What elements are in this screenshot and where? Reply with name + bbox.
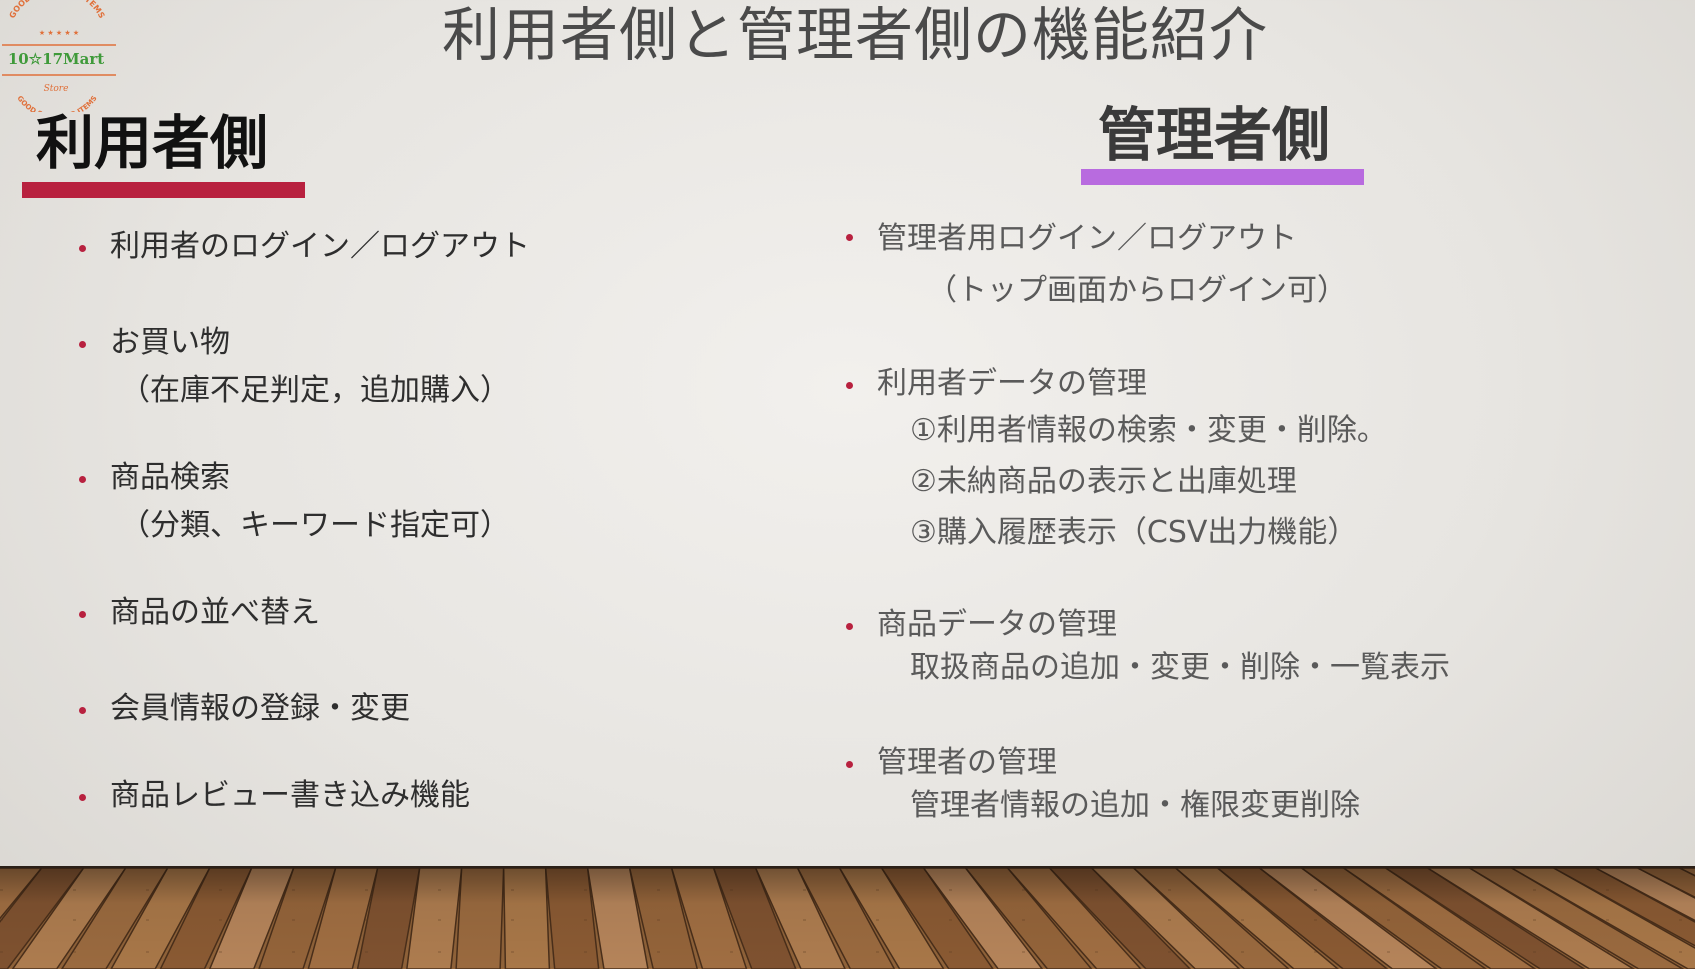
admin-item-user-data: 利用者データの管理 ①利用者情報の検索・変更・削除。 ②未納商品の表示と出庫処理… — [877, 362, 1387, 558]
admin-item-product-data: 商品データの管理 取扱商品の追加・変更・削除・一覧表示 — [877, 603, 1450, 689]
user-item-search: 商品検索 （分類、キーワード指定可） — [110, 454, 510, 550]
bullet-icon — [79, 245, 86, 252]
admin-item-admin-mgmt: 管理者の管理 管理者情報の追加・権限変更削除 — [877, 741, 1360, 827]
user-item-member: 会員情報の登録・変更 — [110, 685, 410, 733]
bullet-icon — [79, 611, 86, 618]
wooden-floor — [0, 868, 1695, 969]
slide-title: 利用者側と管理者側の機能紹介 — [441, 1, 1268, 69]
item-line: 管理者用ログイン／ログアウト — [877, 221, 1297, 256]
item-line: 会員情報の登録・変更 — [110, 691, 410, 726]
item-line: 管理者の管理 — [877, 745, 1057, 780]
user-side-underline — [22, 182, 305, 198]
item-line: 利用者のログイン／ログアウト — [110, 229, 530, 264]
item-line: お買い物 — [110, 325, 230, 360]
slide: GOOD SHOP AND ITEMS ★ ★ ★ ★ ★ 10☆17Mart … — [0, 0, 1695, 969]
bullet-icon — [79, 476, 86, 483]
item-sub-line: ③購入履歴表示（CSV出力機能） — [910, 515, 1358, 550]
user-side-heading: 利用者側 — [36, 109, 269, 177]
bullet-icon — [846, 382, 853, 389]
user-item-review: 商品レビュー書き込み機能 — [110, 772, 470, 820]
item-line: 利用者データの管理 — [877, 366, 1147, 401]
item-sub-line: （分類、キーワード指定可） — [120, 508, 510, 543]
admin-side-underline — [1081, 169, 1364, 185]
item-sub-line: （トップ画面からログイン可） — [927, 273, 1347, 308]
logo-sub-text: Store — [44, 84, 69, 94]
bullet-icon — [846, 234, 853, 241]
admin-side-heading: 管理者側 — [1098, 101, 1331, 169]
item-line: 商品検索 — [110, 460, 230, 495]
item-line: 商品の並べ替え — [110, 595, 320, 630]
user-item-shopping: お買い物 （在庫不足判定，追加購入） — [110, 319, 510, 415]
bullet-icon — [79, 341, 86, 348]
item-sub-line: 管理者情報の追加・権限変更削除 — [910, 788, 1360, 823]
user-item-sort: 商品の並べ替え — [110, 589, 320, 637]
admin-item-login: 管理者用ログイン／ログアウト （トップ画面からログイン可） — [877, 213, 1347, 317]
bullet-icon — [846, 623, 853, 630]
bullet-icon — [846, 761, 853, 768]
item-sub-line: ①利用者情報の検索・変更・削除。 — [910, 413, 1387, 448]
item-sub-line: 取扱商品の追加・変更・削除・一覧表示 — [910, 650, 1450, 685]
bullet-icon — [79, 707, 86, 714]
item-sub-line: ②未納商品の表示と出庫処理 — [910, 464, 1297, 499]
item-line: 商品レビュー書き込み機能 — [110, 778, 470, 813]
user-item-login: 利用者のログイン／ログアウト — [110, 223, 530, 271]
item-line: 商品データの管理 — [877, 607, 1117, 642]
item-sub-line: （在庫不足判定，追加購入） — [120, 373, 510, 408]
bullet-icon — [79, 794, 86, 801]
